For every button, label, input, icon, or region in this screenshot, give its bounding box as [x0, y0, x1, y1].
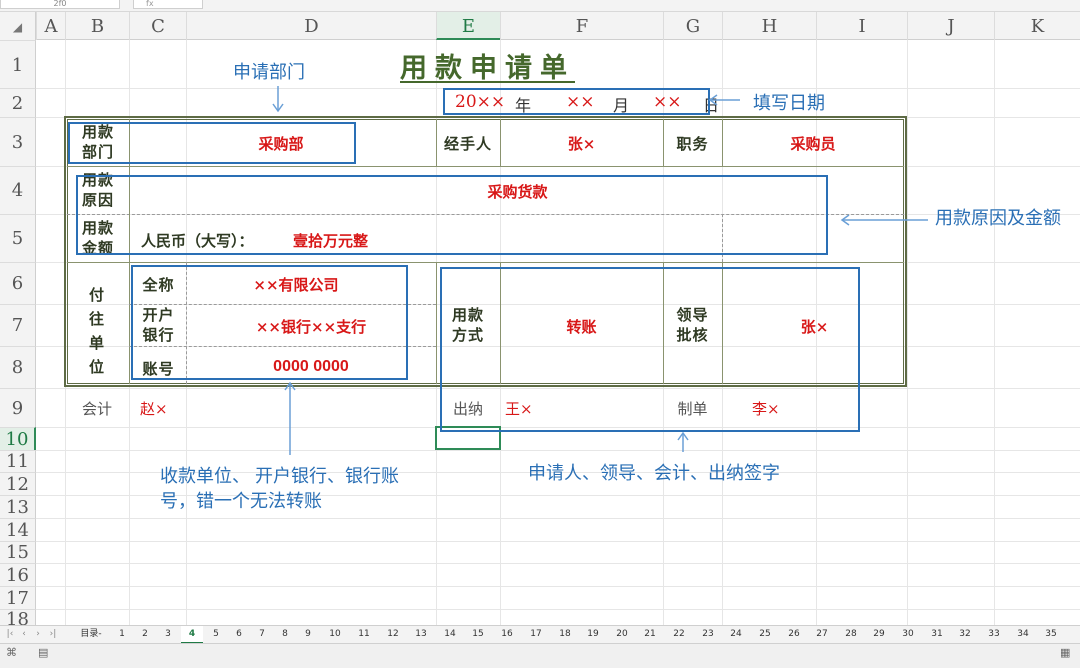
sheet-tab-14[interactable]: 14 [438, 626, 462, 642]
sheet-tab-5[interactable]: 5 [206, 626, 226, 642]
sheet-tab-19[interactable]: 19 [581, 626, 605, 642]
sheet-tab-3[interactable]: 3 [158, 626, 178, 642]
sheet-tab-7[interactable]: 7 [252, 626, 272, 642]
sheet-tab-4[interactable]: 4 [181, 626, 203, 644]
sheet-tab-17[interactable]: 17 [524, 626, 548, 642]
sheet-tab-30[interactable]: 30 [896, 626, 920, 642]
macro-icon[interactable]: ⌘ [6, 646, 17, 659]
sheet-tab-31[interactable]: 31 [925, 626, 949, 642]
sheet-tab-catalog[interactable]: 目录- [76, 626, 106, 642]
last-sheet-icon[interactable]: ›| [46, 626, 60, 642]
sheet-tab-20[interactable]: 20 [610, 626, 634, 642]
sheet-tab-11[interactable]: 11 [352, 626, 376, 642]
sheet-tab-35[interactable]: 35 [1039, 626, 1063, 642]
sheet-tab-24[interactable]: 24 [724, 626, 748, 642]
status-bar [0, 643, 1080, 668]
sheet-tab-1[interactable]: 1 [112, 626, 132, 642]
sheet-tab-32[interactable]: 32 [953, 626, 977, 642]
sheet-tab-15[interactable]: 15 [466, 626, 490, 642]
sheet-tab-16[interactable]: 16 [495, 626, 519, 642]
sheet-tab-28[interactable]: 28 [839, 626, 863, 642]
sheet-tab-25[interactable]: 25 [753, 626, 777, 642]
sheet-tab-8[interactable]: 8 [275, 626, 295, 642]
sheet-tab-33[interactable]: 33 [982, 626, 1006, 642]
sheet-tab-34[interactable]: 34 [1011, 626, 1035, 642]
sheet-tab-10[interactable]: 10 [323, 626, 347, 642]
sheet-tab-9[interactable]: 9 [298, 626, 318, 642]
first-sheet-icon[interactable]: |‹ [4, 626, 16, 642]
prev-sheet-icon[interactable]: ‹ [18, 626, 30, 642]
sheet-tab-21[interactable]: 21 [638, 626, 662, 642]
next-sheet-icon[interactable]: › [32, 626, 44, 642]
sheet-tab-2[interactable]: 2 [135, 626, 155, 642]
sheet-tab-13[interactable]: 13 [409, 626, 433, 642]
annotation-arrows [272, 86, 928, 455]
sheet-tab-22[interactable]: 22 [667, 626, 691, 642]
grid-view-icon[interactable]: ▦ [1060, 646, 1070, 659]
note-icon[interactable]: ▤ [38, 646, 48, 659]
sheet-tab-23[interactable]: 23 [696, 626, 720, 642]
sheet-tab-27[interactable]: 27 [810, 626, 834, 642]
sheet-tab-6[interactable]: 6 [229, 626, 249, 642]
sheet-tab-26[interactable]: 26 [782, 626, 806, 642]
sheet-tab-12[interactable]: 12 [381, 626, 405, 642]
sheet-tab-18[interactable]: 18 [553, 626, 577, 642]
sheet-tab-29[interactable]: 29 [867, 626, 891, 642]
